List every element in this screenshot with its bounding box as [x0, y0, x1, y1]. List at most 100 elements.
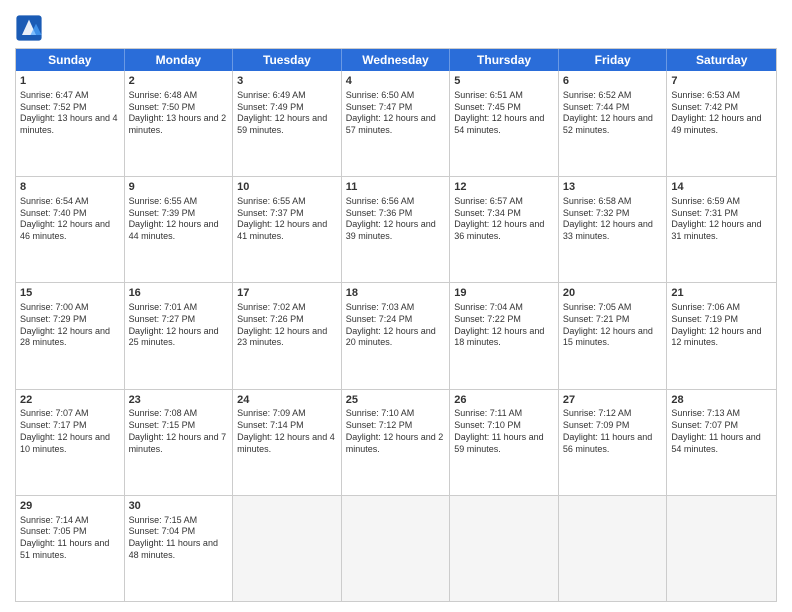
sunrise-info: Sunrise: 7:08 AM — [129, 408, 229, 420]
sunrise-info: Sunrise: 6:56 AM — [346, 196, 446, 208]
day-cell-26: 26 Sunrise: 7:11 AM Sunset: 7:10 PM Dayl… — [450, 390, 559, 495]
day-cell-20: 20 Sunrise: 7:05 AM Sunset: 7:21 PM Dayl… — [559, 283, 668, 388]
daylight-info: Daylight: 11 hours and 51 minutes. — [20, 538, 120, 561]
day-cell-15: 15 Sunrise: 7:00 AM Sunset: 7:29 PM Dayl… — [16, 283, 125, 388]
day-cell-18: 18 Sunrise: 7:03 AM Sunset: 7:24 PM Dayl… — [342, 283, 451, 388]
day-number: 23 — [129, 393, 229, 408]
day-cell-30: 30 Sunrise: 7:15 AM Sunset: 7:04 PM Dayl… — [125, 496, 234, 601]
daylight-info: Daylight: 12 hours and 49 minutes. — [671, 113, 772, 136]
day-cell-22: 22 Sunrise: 7:07 AM Sunset: 7:17 PM Dayl… — [16, 390, 125, 495]
day-cell-5: 5 Sunrise: 6:51 AM Sunset: 7:45 PM Dayli… — [450, 71, 559, 176]
day-number: 26 — [454, 393, 554, 408]
empty-cell — [667, 496, 776, 601]
sunrise-info: Sunrise: 7:02 AM — [237, 302, 337, 314]
sunset-info: Sunset: 7:04 PM — [129, 526, 229, 538]
sunset-info: Sunset: 7:26 PM — [237, 314, 337, 326]
day-number: 20 — [563, 286, 663, 301]
sunrise-info: Sunrise: 6:51 AM — [454, 90, 554, 102]
day-number: 4 — [346, 74, 446, 89]
daylight-info: Daylight: 13 hours and 2 minutes. — [129, 113, 229, 136]
day-cell-11: 11 Sunrise: 6:56 AM Sunset: 7:36 PM Dayl… — [342, 177, 451, 282]
day-number: 10 — [237, 180, 337, 195]
logo — [15, 14, 45, 42]
daylight-info: Daylight: 12 hours and 59 minutes. — [237, 113, 337, 136]
daylight-info: Daylight: 12 hours and 12 minutes. — [671, 326, 772, 349]
sunset-info: Sunset: 7:10 PM — [454, 420, 554, 432]
sunset-info: Sunset: 7:14 PM — [237, 420, 337, 432]
sunset-info: Sunset: 7:07 PM — [671, 420, 772, 432]
day-cell-12: 12 Sunrise: 6:57 AM Sunset: 7:34 PM Dayl… — [450, 177, 559, 282]
sunset-info: Sunset: 7:47 PM — [346, 102, 446, 114]
day-number: 3 — [237, 74, 337, 89]
daylight-info: Daylight: 12 hours and 25 minutes. — [129, 326, 229, 349]
day-number: 5 — [454, 74, 554, 89]
daylight-info: Daylight: 12 hours and 31 minutes. — [671, 219, 772, 242]
day-cell-21: 21 Sunrise: 7:06 AM Sunset: 7:19 PM Dayl… — [667, 283, 776, 388]
daylight-info: Daylight: 12 hours and 7 minutes. — [129, 432, 229, 455]
sunset-info: Sunset: 7:17 PM — [20, 420, 120, 432]
sunset-info: Sunset: 7:31 PM — [671, 208, 772, 220]
sunrise-info: Sunrise: 6:54 AM — [20, 196, 120, 208]
sunset-info: Sunset: 7:05 PM — [20, 526, 120, 538]
calendar-row-3: 15 Sunrise: 7:00 AM Sunset: 7:29 PM Dayl… — [16, 283, 776, 389]
daylight-info: Daylight: 12 hours and 46 minutes. — [20, 219, 120, 242]
day-cell-6: 6 Sunrise: 6:52 AM Sunset: 7:44 PM Dayli… — [559, 71, 668, 176]
sunset-info: Sunset: 7:34 PM — [454, 208, 554, 220]
sunset-info: Sunset: 7:44 PM — [563, 102, 663, 114]
daylight-info: Daylight: 11 hours and 54 minutes. — [671, 432, 772, 455]
sunset-info: Sunset: 7:21 PM — [563, 314, 663, 326]
sunset-info: Sunset: 7:52 PM — [20, 102, 120, 114]
day-number: 8 — [20, 180, 120, 195]
sunrise-info: Sunrise: 6:52 AM — [563, 90, 663, 102]
day-number: 30 — [129, 499, 229, 514]
sunrise-info: Sunrise: 6:55 AM — [129, 196, 229, 208]
sunset-info: Sunset: 7:29 PM — [20, 314, 120, 326]
sunset-info: Sunset: 7:39 PM — [129, 208, 229, 220]
daylight-info: Daylight: 12 hours and 4 minutes. — [237, 432, 337, 455]
logo-icon — [15, 14, 43, 42]
sunrise-info: Sunrise: 7:07 AM — [20, 408, 120, 420]
daylight-info: Daylight: 13 hours and 4 minutes. — [20, 113, 120, 136]
sunset-info: Sunset: 7:49 PM — [237, 102, 337, 114]
empty-cell — [559, 496, 668, 601]
sunset-info: Sunset: 7:19 PM — [671, 314, 772, 326]
sunrise-info: Sunrise: 6:59 AM — [671, 196, 772, 208]
day-number: 17 — [237, 286, 337, 301]
day-cell-27: 27 Sunrise: 7:12 AM Sunset: 7:09 PM Dayl… — [559, 390, 668, 495]
page: SundayMondayTuesdayWednesdayThursdayFrid… — [0, 0, 792, 612]
day-number: 21 — [671, 286, 772, 301]
sunrise-info: Sunrise: 6:48 AM — [129, 90, 229, 102]
day-number: 27 — [563, 393, 663, 408]
day-number: 24 — [237, 393, 337, 408]
sunrise-info: Sunrise: 7:14 AM — [20, 515, 120, 527]
calendar-row-2: 8 Sunrise: 6:54 AM Sunset: 7:40 PM Dayli… — [16, 177, 776, 283]
sunset-info: Sunset: 7:09 PM — [563, 420, 663, 432]
day-cell-24: 24 Sunrise: 7:09 AM Sunset: 7:14 PM Dayl… — [233, 390, 342, 495]
sunset-info: Sunset: 7:37 PM — [237, 208, 337, 220]
sunset-info: Sunset: 7:24 PM — [346, 314, 446, 326]
daylight-info: Daylight: 12 hours and 15 minutes. — [563, 326, 663, 349]
day-cell-1: 1 Sunrise: 6:47 AM Sunset: 7:52 PM Dayli… — [16, 71, 125, 176]
day-cell-2: 2 Sunrise: 6:48 AM Sunset: 7:50 PM Dayli… — [125, 71, 234, 176]
daylight-info: Daylight: 12 hours and 52 minutes. — [563, 113, 663, 136]
header-day-friday: Friday — [559, 49, 668, 71]
day-cell-19: 19 Sunrise: 7:04 AM Sunset: 7:22 PM Dayl… — [450, 283, 559, 388]
daylight-info: Daylight: 11 hours and 59 minutes. — [454, 432, 554, 455]
sunrise-info: Sunrise: 7:06 AM — [671, 302, 772, 314]
calendar-row-4: 22 Sunrise: 7:07 AM Sunset: 7:17 PM Dayl… — [16, 390, 776, 496]
sunrise-info: Sunrise: 6:49 AM — [237, 90, 337, 102]
daylight-info: Daylight: 12 hours and 57 minutes. — [346, 113, 446, 136]
empty-cell — [450, 496, 559, 601]
day-cell-14: 14 Sunrise: 6:59 AM Sunset: 7:31 PM Dayl… — [667, 177, 776, 282]
day-cell-25: 25 Sunrise: 7:10 AM Sunset: 7:12 PM Dayl… — [342, 390, 451, 495]
day-number: 22 — [20, 393, 120, 408]
sunrise-info: Sunrise: 6:47 AM — [20, 90, 120, 102]
sunrise-info: Sunrise: 7:04 AM — [454, 302, 554, 314]
header-day-monday: Monday — [125, 49, 234, 71]
sunrise-info: Sunrise: 7:10 AM — [346, 408, 446, 420]
sunset-info: Sunset: 7:36 PM — [346, 208, 446, 220]
sunrise-info: Sunrise: 6:53 AM — [671, 90, 772, 102]
sunrise-info: Sunrise: 6:58 AM — [563, 196, 663, 208]
day-number: 12 — [454, 180, 554, 195]
day-number: 29 — [20, 499, 120, 514]
